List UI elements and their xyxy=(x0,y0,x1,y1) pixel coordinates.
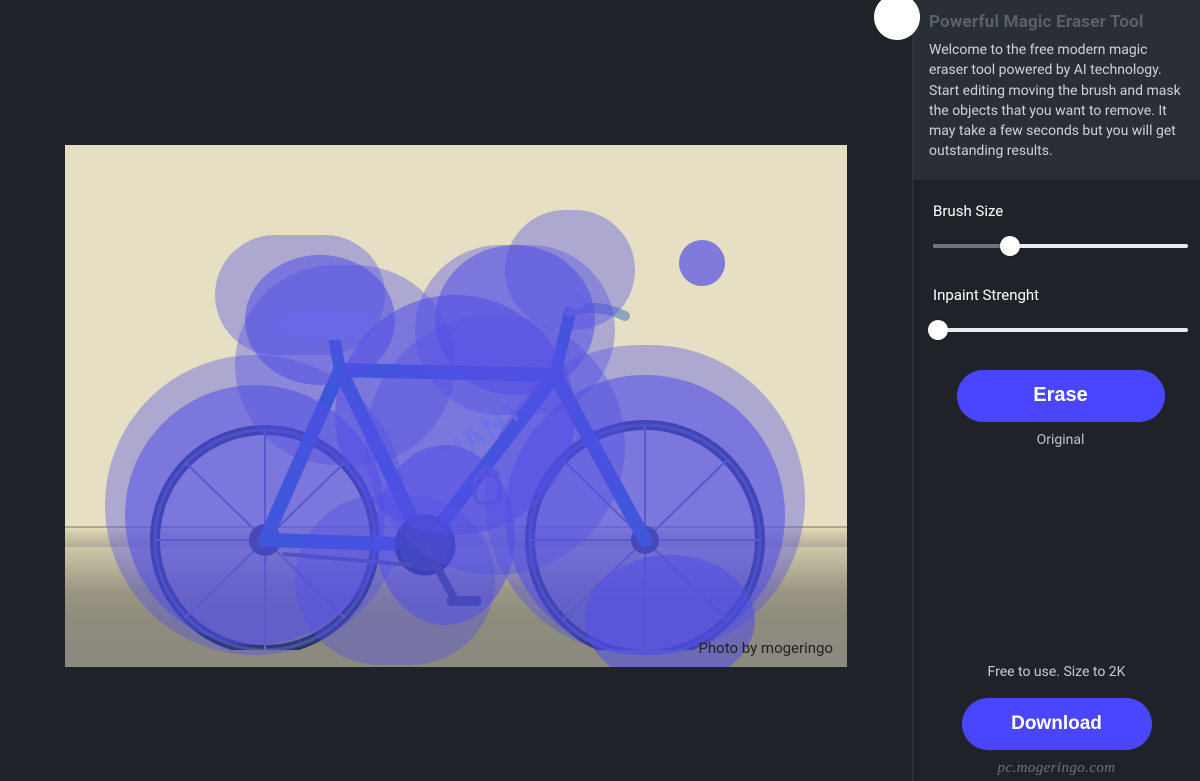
inpaint-strength-thumb[interactable] xyxy=(928,320,948,340)
brush-cursor-icon xyxy=(679,240,725,286)
mask-overlay xyxy=(65,145,847,667)
info-card: Powerful Magic Eraser Tool Welcome to th… xyxy=(913,0,1200,180)
download-button[interactable]: Download xyxy=(962,698,1152,750)
inpaint-strength-slider[interactable] xyxy=(933,318,1188,342)
sidebar: Powerful Magic Eraser Tool Welcome to th… xyxy=(912,0,1200,781)
watermark-text: pc.mogeringo.com xyxy=(913,760,1200,777)
original-link[interactable]: Original xyxy=(933,432,1188,448)
info-card-description: Welcome to the free modern magic eraser … xyxy=(929,40,1184,162)
inpaint-strength-label: Inpaint Strenght xyxy=(933,286,1188,304)
app-root: GIANT xyxy=(0,0,1200,781)
brush-size-label: Brush Size xyxy=(933,202,1188,220)
erase-button[interactable]: Erase xyxy=(957,370,1165,422)
brush-size-slider[interactable] xyxy=(933,234,1188,258)
canvas-area[interactable]: GIANT xyxy=(0,0,912,781)
controls: Brush Size Inpaint Strenght Erase Origin… xyxy=(913,180,1200,458)
photo-credit: Photo by mogeringo xyxy=(698,639,833,657)
footer-note: Free to use. Size to 2K xyxy=(913,664,1200,680)
image-canvas[interactable]: GIANT xyxy=(65,145,847,667)
brush-size-thumb[interactable] xyxy=(1000,236,1020,256)
info-card-title: Powerful Magic Eraser Tool xyxy=(929,12,1184,32)
